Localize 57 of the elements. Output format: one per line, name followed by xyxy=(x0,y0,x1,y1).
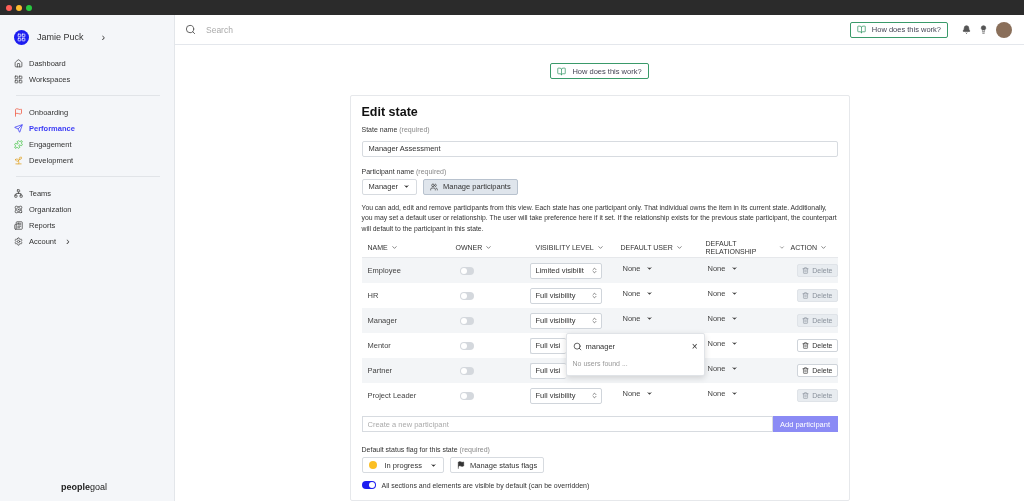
search-icon xyxy=(185,24,196,35)
caret-icon xyxy=(819,244,827,251)
form-title: Edit state xyxy=(361,105,419,119)
lightbulb-icon[interactable] xyxy=(979,25,988,34)
search-icon xyxy=(572,341,582,351)
caret-icon xyxy=(646,290,654,297)
trash-icon xyxy=(802,392,810,399)
paper-plane-icon xyxy=(14,123,23,133)
sort-arrows-icon xyxy=(590,267,598,274)
caret-icon xyxy=(646,390,654,397)
caret-icon xyxy=(390,244,398,251)
user-name[interactable]: Jamie Puck xyxy=(37,32,84,42)
sort-arrows-icon xyxy=(590,392,598,399)
caret-icon xyxy=(731,265,739,272)
chevron[interactable]: › xyxy=(101,31,106,43)
flag-icon xyxy=(457,461,466,469)
caret-icon xyxy=(731,290,739,297)
clear-button[interactable]: × xyxy=(691,340,698,352)
caret-icon xyxy=(731,340,739,347)
caret-icon xyxy=(731,315,739,322)
trash-icon xyxy=(802,267,810,274)
caret-icon xyxy=(596,244,604,251)
trash-icon xyxy=(802,292,810,299)
flag-icon xyxy=(14,107,23,117)
workspace-logo-icon xyxy=(14,29,29,45)
caret-icon xyxy=(675,244,683,251)
caret-icon xyxy=(403,183,411,190)
bell-icon[interactable] xyxy=(962,25,971,34)
home-icon xyxy=(14,58,23,68)
book-icon xyxy=(557,66,567,76)
users-icon xyxy=(430,182,439,191)
caret-icon xyxy=(485,244,493,251)
book-icon xyxy=(856,25,866,34)
sort-arrows-icon xyxy=(590,292,598,299)
hierarchy-icon xyxy=(14,188,23,198)
grid-icon xyxy=(14,74,23,84)
sort-arrows-icon xyxy=(590,317,598,324)
caret-icon xyxy=(778,244,785,251)
logo: peoplegoal xyxy=(60,482,109,492)
newspaper-icon xyxy=(14,220,23,230)
caret-icon xyxy=(430,461,438,469)
trash-icon xyxy=(802,317,810,324)
caret-icon xyxy=(646,315,654,322)
sprout-icon xyxy=(14,155,23,165)
settings-icon xyxy=(14,236,23,246)
caret-icon xyxy=(731,390,739,397)
caret-icon xyxy=(731,365,739,372)
caret-icon xyxy=(646,265,654,272)
search-field[interactable]: Search xyxy=(204,23,842,36)
visibility-toggle[interactable] xyxy=(361,481,376,489)
nodes-icon xyxy=(14,204,23,214)
owner-toggle[interactable] xyxy=(459,366,474,375)
trash-icon xyxy=(802,342,810,349)
owner-toggle[interactable] xyxy=(459,341,474,350)
puzzle-icon xyxy=(14,139,23,149)
trash-icon xyxy=(802,367,810,374)
avatar[interactable] xyxy=(996,21,1012,38)
